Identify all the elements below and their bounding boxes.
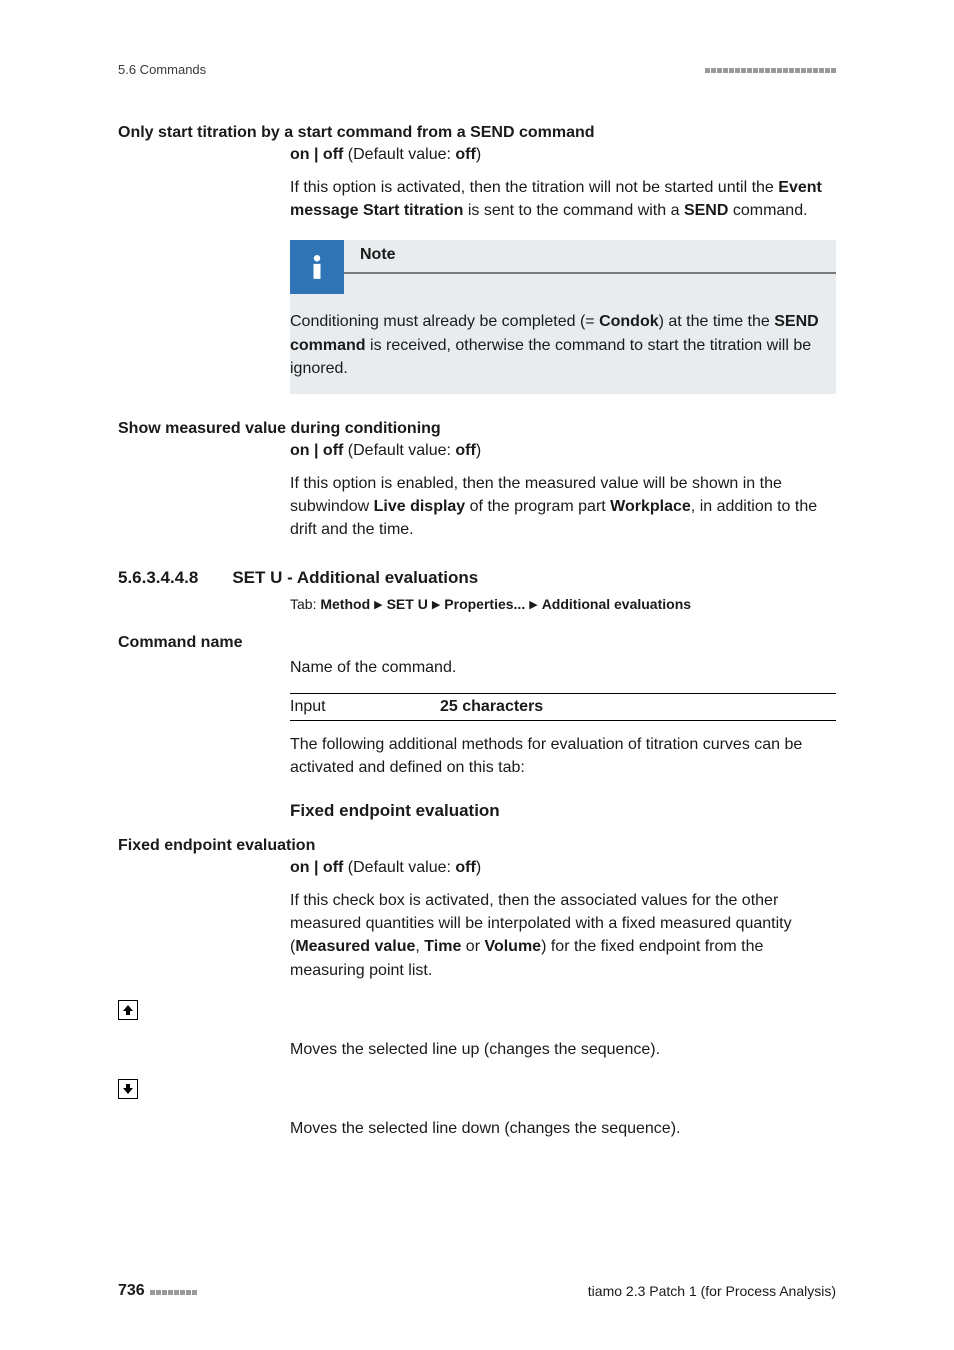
crumb: Method [320, 596, 370, 612]
text-bold: Measured value [295, 938, 415, 955]
tab-label: Tab: [290, 596, 320, 612]
chevron-right-icon: ▶ [428, 599, 444, 611]
input-spec-row: Input 25 characters [290, 693, 836, 721]
text: Conditioning must already be completed (… [290, 313, 599, 330]
value-default: off [455, 146, 475, 163]
crumb: Additional evaluations [542, 596, 691, 612]
section-heading: 5.6.3.4.4.8 SET U - Additional evaluatio… [118, 568, 836, 588]
value-default: off [455, 442, 475, 459]
field-title-start-titration: Only start titration by a start command … [118, 124, 836, 142]
note-body: Conditioning must already be completed (… [290, 294, 836, 380]
chevron-right-icon: ▶ [525, 599, 541, 611]
paragraph: Moves the selected line up (changes the … [290, 1038, 836, 1061]
footer-ornament [149, 1282, 197, 1298]
note-box: Note Conditioning must already be comple… [290, 240, 836, 394]
chevron-right-icon: ▶ [370, 599, 386, 611]
text: , [415, 938, 424, 955]
paragraph: If this option is activated, then the ti… [290, 176, 836, 222]
text: command. [728, 202, 807, 219]
text: ) at the time the [659, 313, 775, 330]
footer: 736 tiamo 2.3 Patch 1 (for Process Analy… [118, 1282, 836, 1300]
text-bold: Workplace [610, 498, 691, 515]
text: If this option is activated, then the ti… [290, 179, 778, 196]
move-up-icon [118, 1000, 138, 1020]
text-bold: Time [424, 938, 461, 955]
paragraph: The following additional methods for eva… [290, 733, 836, 779]
text-bold: Volume [484, 938, 541, 955]
paragraph: If this check box is activated, then the… [290, 889, 836, 982]
field-title-command-name: Command name [118, 634, 836, 652]
page: 5.6 Commands Only start titration by a s… [0, 0, 954, 1350]
text: or [461, 938, 484, 955]
field-title-fixed-endpoint: Fixed endpoint evaluation [118, 837, 836, 855]
crumb: Properties... [444, 596, 525, 612]
paragraph: If this option is enabled, then the meas… [290, 472, 836, 542]
value-post: ) [476, 146, 481, 163]
value-mid: (Default value: [343, 442, 455, 459]
value-line: on | off (Default value: off) [290, 859, 836, 877]
section-number: 5.6.3.4.4.8 [118, 568, 198, 588]
text-bold: SEND [684, 202, 728, 219]
page-number: 736 [118, 1282, 145, 1299]
footer-product: tiamo 2.3 Patch 1 (for Process Analysis) [588, 1283, 836, 1299]
paragraph: Name of the command. [290, 656, 836, 679]
note-title: Note [344, 240, 836, 264]
text: is received, otherwise the command to st… [290, 337, 811, 377]
text: is sent to the command with a [463, 202, 684, 219]
running-header: 5.6 Commands [118, 62, 206, 77]
value-options: on | off [290, 442, 343, 459]
value-mid: (Default value: [343, 146, 455, 163]
field-title-show-measured: Show measured value during conditioning [118, 420, 836, 438]
value-line: on | off (Default value: off) [290, 442, 836, 460]
info-icon [290, 240, 344, 294]
text-bold: Live display [374, 498, 466, 515]
subsection-heading: Fixed endpoint evaluation [290, 801, 836, 821]
input-label: Input [290, 698, 440, 716]
value-options: on | off [290, 146, 343, 163]
section-title: SET U - Additional evaluations [232, 568, 478, 588]
header-ornament [704, 62, 836, 76]
value-post: ) [476, 859, 481, 876]
move-down-icon [118, 1079, 138, 1099]
value-line: on | off (Default value: off) [290, 146, 836, 164]
crumb: SET U [387, 596, 428, 612]
value-mid: (Default value: [343, 859, 455, 876]
text-bold: Condok [599, 313, 659, 330]
value-post: ) [476, 442, 481, 459]
value-default: off [455, 859, 475, 876]
breadcrumb: Tab: Method▶SET U▶Properties...▶Addition… [290, 596, 836, 612]
content: Only start titration by a start command … [118, 124, 836, 1140]
text: of the program part [465, 498, 610, 515]
value-options: on | off [290, 859, 343, 876]
input-value: 25 characters [440, 698, 543, 716]
paragraph: Moves the selected line down (changes th… [290, 1117, 836, 1140]
